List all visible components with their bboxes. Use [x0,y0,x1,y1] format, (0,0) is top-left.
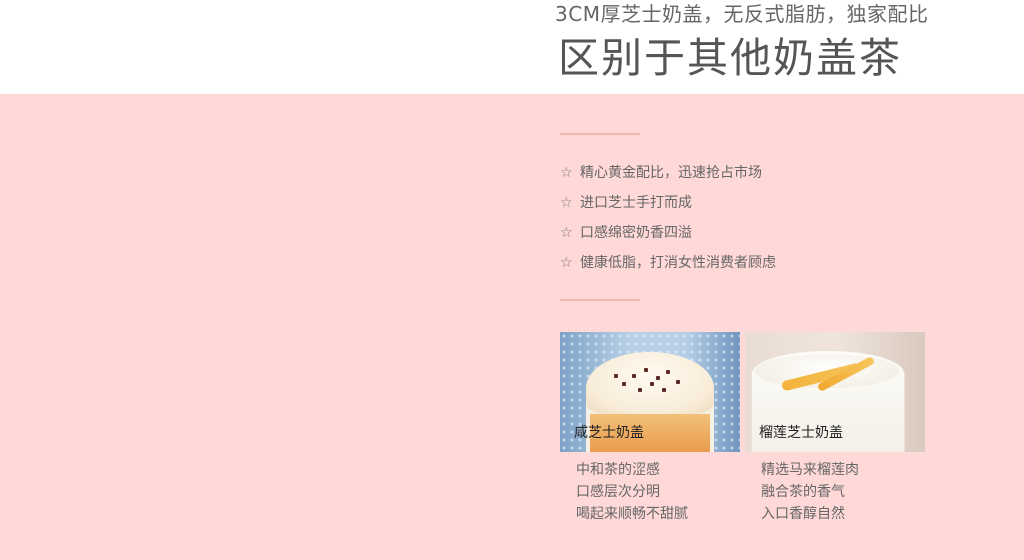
star-icon: ☆ [560,165,573,181]
feature-item: ☆ 精心黄金配比，迅速抢占市场 [560,163,776,193]
description-line: 入口香醇自然 [761,506,845,522]
product-name: 咸芝士奶盖 [574,425,644,441]
product-description: 中和茶的涩感 口感层次分明 喝起来顺畅不甜腻 [560,459,740,525]
product-name: 榴莲芝士奶盖 [759,425,843,441]
product-card-salted-cheese: 咸芝士奶盖 中和茶的涩感 口感层次分明 喝起来顺畅不甜腻 [560,332,740,525]
feature-item: ☆ 口感绵密奶香四溢 [560,223,776,253]
page-title: 区别于其他奶盖茶 [558,34,902,82]
feature-text: 健康低脂，打消女性消费者顾虑 [580,255,776,271]
bottom-divider [560,299,640,301]
feature-item: ☆ 进口芝士手打而成 [560,193,776,223]
feature-list: ☆ 精心黄金配比，迅速抢占市场 ☆ 进口芝士手打而成 ☆ 口感绵密奶香四溢 ☆ 健康低脂… [560,163,776,283]
product-photo: 咸芝士奶盖 [560,332,740,452]
feature-text: 进口芝士手打而成 [580,195,692,211]
top-divider [560,133,640,135]
description-line: 中和茶的涩感 [576,462,660,478]
feature-text: 精心黄金配比，迅速抢占市场 [580,165,762,181]
product-photo: 榴莲芝士奶盖 [745,332,925,452]
product-card-durian-cheese: 榴莲芝士奶盖 精选马来榴莲肉 融合茶的香气 入口香醇自然 [745,332,925,525]
description-line: 喝起来顺畅不甜腻 [576,506,688,522]
star-icon: ☆ [560,255,573,271]
feature-item: ☆ 健康低脂，打消女性消费者顾虑 [560,253,776,283]
header-subtitle: 3CM厚芝士奶盖，无反式脂肪，独家配比 [555,2,929,26]
feature-text: 口感绵密奶香四溢 [580,225,692,241]
star-icon: ☆ [560,225,573,241]
product-description: 精选马来榴莲肉 融合茶的香气 入口香醇自然 [745,459,925,525]
description-line: 口感层次分明 [576,484,660,500]
star-icon: ☆ [560,195,573,211]
description-line: 融合茶的香气 [761,484,845,500]
description-line: 精选马来榴莲肉 [761,462,859,478]
